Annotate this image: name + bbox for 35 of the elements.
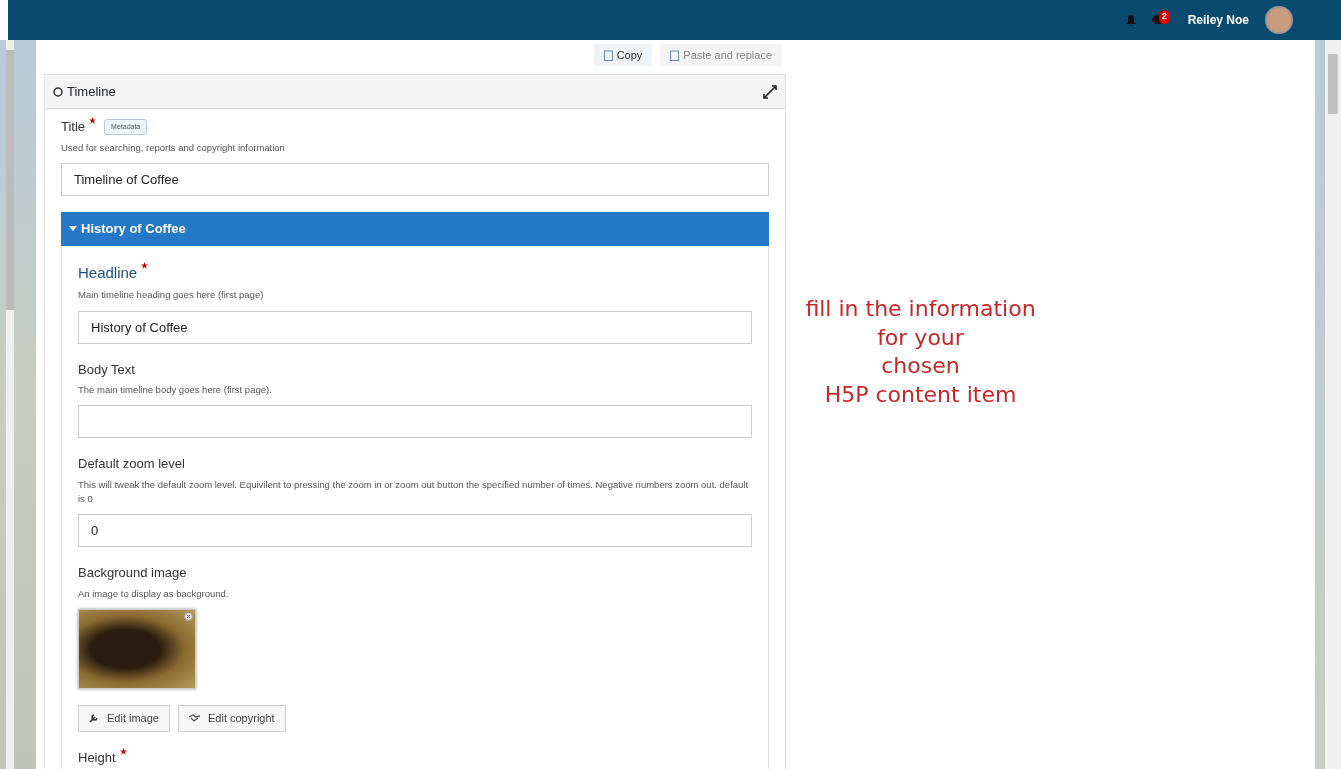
caret-icon xyxy=(69,226,77,232)
field-label: Title xyxy=(61,118,86,136)
edit-copyright-button[interactable]: Edit copyright xyxy=(178,705,286,732)
timeline-icon xyxy=(53,86,63,97)
field-label: Headline xyxy=(78,262,138,283)
text-input[interactable]: 0 xyxy=(78,514,752,548)
clipboard-icon xyxy=(603,49,613,61)
text-input[interactable]: Timeline of Coffee xyxy=(61,162,769,196)
scrollbar[interactable] xyxy=(6,40,14,769)
field-description: An image to display as background. xyxy=(78,586,230,601)
close-icon[interactable] xyxy=(184,612,193,621)
user-name[interactable]: Reiley Noe xyxy=(1187,11,1249,29)
annotation-text: fill in the information for your chosen H5P content item xyxy=(805,295,1036,409)
edit-image-button[interactable]: Edit image xyxy=(78,705,170,732)
avatar-circle[interactable] xyxy=(1265,6,1293,34)
field-label: Default zoom level xyxy=(78,455,185,474)
field-description: The main timeline body goes here (first page). xyxy=(78,383,273,397)
field-description: This will tweak the default zoom level. Equivilent to pressing the zoom in or zoom out button the specified number of times. Negative numbers zoom out. default is 0 xyxy=(78,477,750,506)
expand-icon[interactable] xyxy=(763,84,777,99)
copy-button[interactable]: Copy xyxy=(593,43,653,67)
panel-title: Timeline xyxy=(67,82,116,101)
scrollbar[interactable] xyxy=(1325,40,1341,769)
group-header[interactable]: History of Coffee xyxy=(61,211,769,246)
text-input[interactable] xyxy=(78,405,752,439)
text-input[interactable]: History of Coffee xyxy=(78,310,752,344)
wrench-icon xyxy=(89,713,99,724)
field-description: Main timeline heading goes here (first page) xyxy=(78,288,265,303)
bell-icon[interactable] xyxy=(1125,14,1136,26)
field-label: Body Text xyxy=(78,360,135,379)
field-label: Height xyxy=(78,748,116,767)
notification-count: 2 xyxy=(1158,10,1170,24)
handshake-icon xyxy=(189,714,200,723)
clipboard-icon xyxy=(670,49,680,61)
field-description: Used for searching, reports and copyright information xyxy=(61,140,286,155)
field-label: Background image xyxy=(78,564,187,583)
